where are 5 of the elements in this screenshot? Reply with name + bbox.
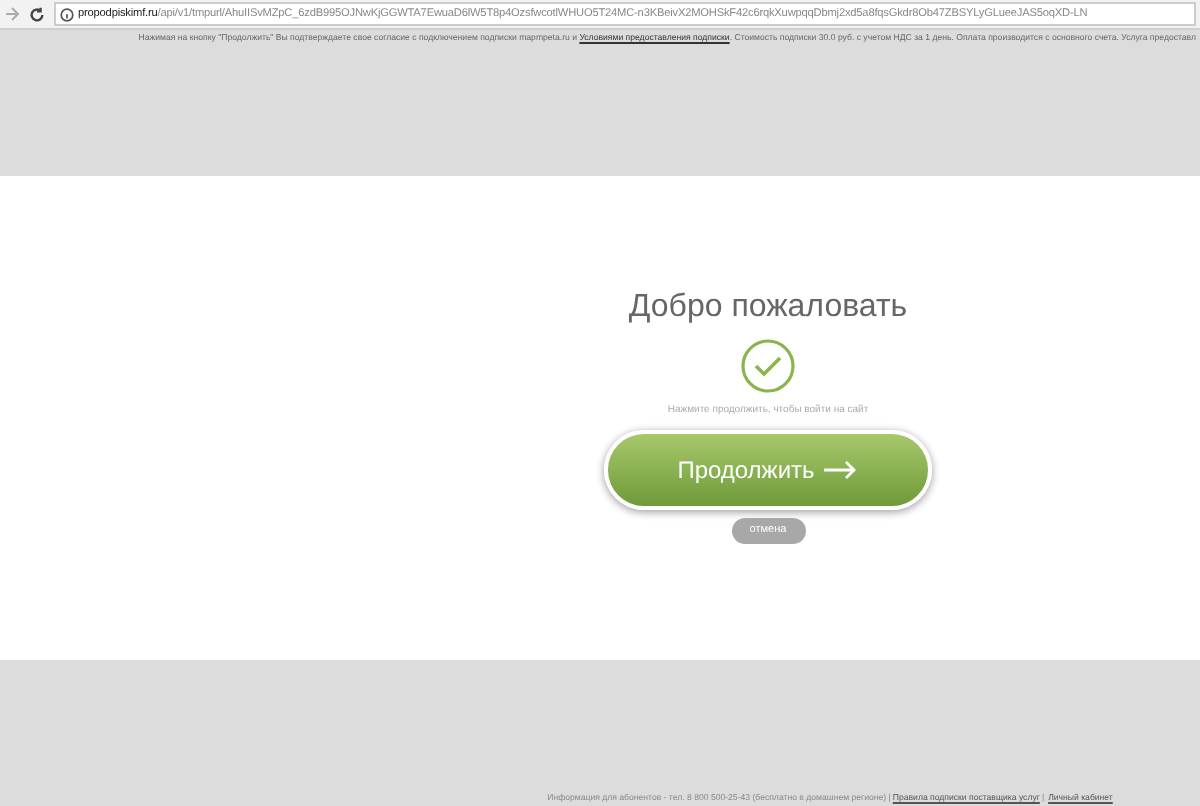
info-icon [60,7,74,21]
arrow-right-icon [822,459,859,479]
checkmark-circle-icon [740,338,796,394]
reload-icon[interactable] [28,5,46,23]
welcome-title: Добро пожаловать [628,288,908,328]
